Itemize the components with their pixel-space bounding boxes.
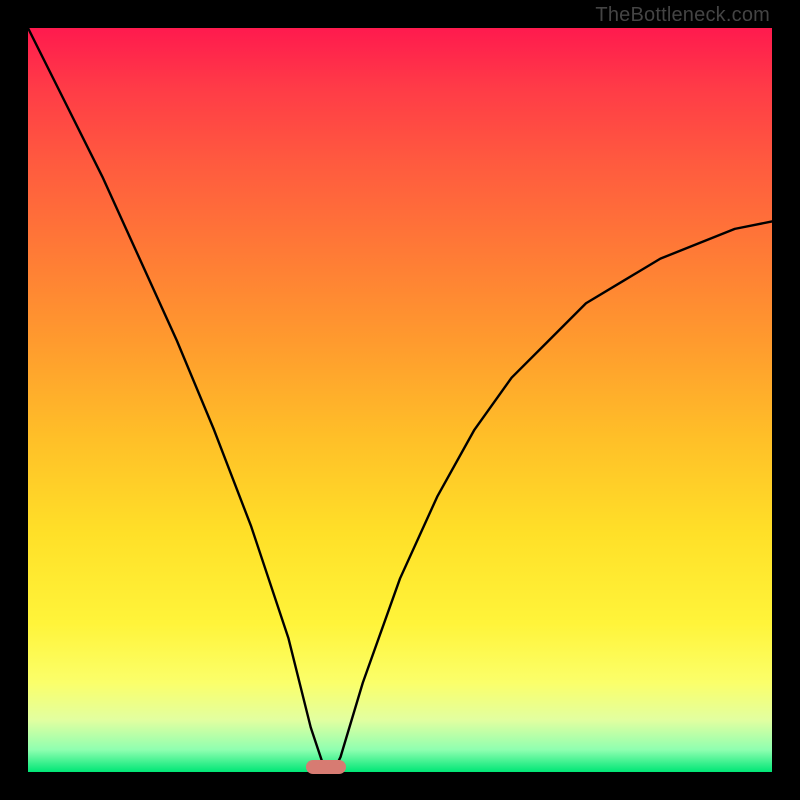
bottleneck-curve — [28, 28, 772, 772]
plot-area — [28, 28, 772, 772]
optimum-marker — [306, 760, 346, 774]
chart-frame: TheBottleneck.com — [0, 0, 800, 800]
watermark-text: TheBottleneck.com — [595, 4, 770, 27]
